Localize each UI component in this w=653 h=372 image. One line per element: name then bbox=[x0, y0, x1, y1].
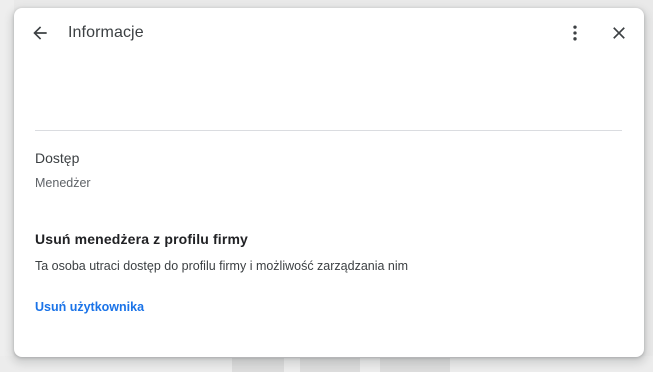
close-icon bbox=[613, 27, 625, 39]
remove-manager-heading: Usuń menedżera z profilu firmy bbox=[35, 231, 248, 247]
dialog-title: Informacje bbox=[68, 24, 144, 41]
info-dialog: Informacje Dostęp Menedżer Usuń menedżer… bbox=[14, 8, 644, 357]
close-button[interactable] bbox=[603, 17, 635, 49]
remove-user-link[interactable]: Usuń użytkownika bbox=[35, 299, 144, 315]
section-divider bbox=[35, 130, 622, 131]
arrow-back-icon bbox=[33, 26, 47, 40]
background-block bbox=[300, 358, 360, 372]
more-options-button[interactable] bbox=[559, 17, 591, 49]
background-block bbox=[232, 358, 284, 372]
access-label: Dostęp bbox=[35, 150, 80, 166]
background-edge bbox=[0, 0, 14, 372]
more-vert-icon bbox=[573, 25, 577, 41]
background-block bbox=[380, 358, 450, 372]
remove-manager-description: Ta osoba utraci dostęp do profilu firmy … bbox=[35, 259, 409, 273]
access-value: Menedżer bbox=[35, 176, 91, 190]
dialog-header: Informacje bbox=[14, 8, 644, 56]
back-button[interactable] bbox=[24, 17, 56, 49]
